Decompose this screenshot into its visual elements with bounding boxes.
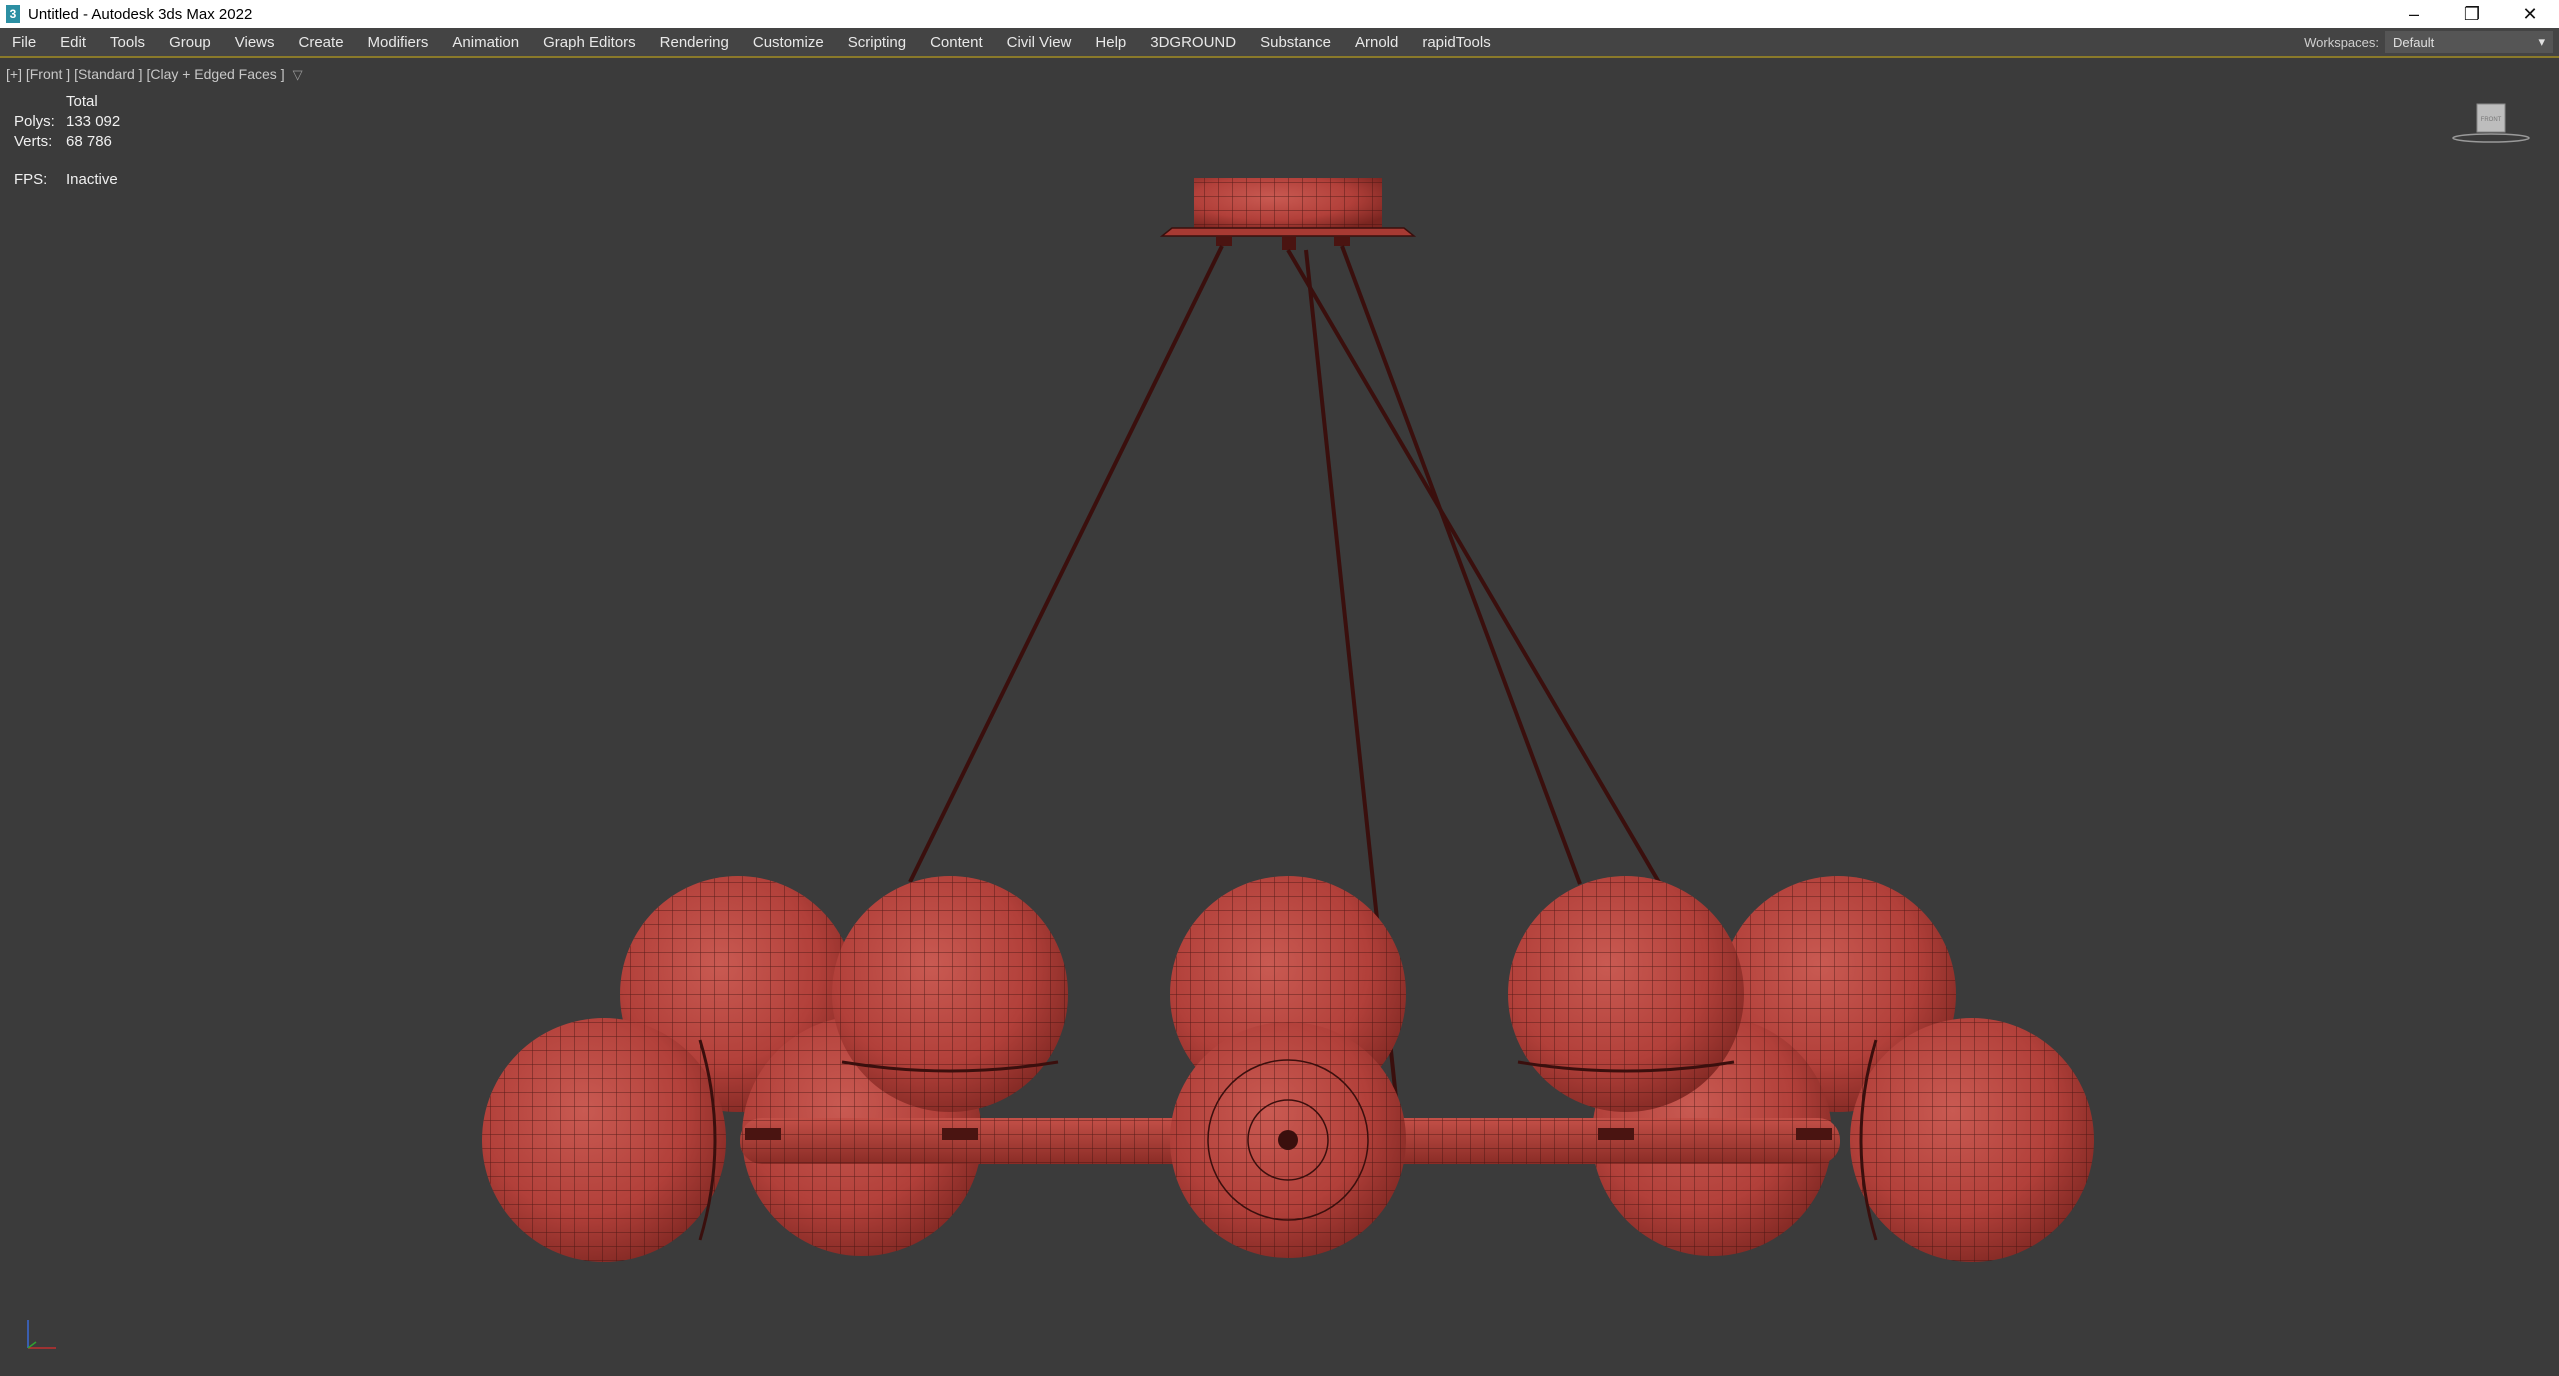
menu-scripting[interactable]: Scripting	[836, 34, 918, 51]
axis-gizmo-icon	[27, 1320, 56, 1349]
viewport-front[interactable]: [+] [Front ] [Standard ] [Clay + Edged F…	[0, 58, 2559, 1376]
window-controls: – ❐ ✕	[2385, 0, 2559, 28]
title-bar: 3 Untitled - Autodesk 3ds Max 2022 – ❐ ✕	[0, 0, 2559, 28]
menu-arnold[interactable]: Arnold	[1343, 34, 1410, 51]
viewcube-face-label: FRONT	[2481, 117, 2502, 123]
menu-modifiers[interactable]: Modifiers	[356, 34, 441, 51]
chandelier-model[interactable]	[0, 58, 2559, 1376]
chevron-down-icon: ▾	[2538, 34, 2545, 49]
menu-rapidtools[interactable]: rapidTools	[1410, 34, 1502, 51]
workspace-label: Workspaces:	[2304, 34, 2379, 50]
workspace-dropdown[interactable]: Default ▾	[2385, 31, 2553, 53]
sphere-upper-left[interactable]	[832, 876, 1068, 1112]
menu-customize[interactable]: Customize	[741, 34, 836, 51]
menu-graph-editors[interactable]: Graph Editors	[531, 34, 648, 51]
menu-views[interactable]: Views	[223, 34, 287, 51]
workspace-selector: Workspaces: Default ▾	[2304, 28, 2559, 56]
app-logo-icon: 3	[6, 5, 20, 23]
ceiling-canopy[interactable]	[1159, 178, 1417, 250]
menu-file[interactable]: File	[0, 34, 48, 51]
viewcube-icon[interactable]: FRONT	[2451, 96, 2531, 146]
menu-animation[interactable]: Animation	[440, 34, 531, 51]
menu-substance[interactable]: Substance	[1248, 34, 1343, 51]
menu-help[interactable]: Help	[1083, 34, 1138, 51]
sphere-front-right[interactable]	[1850, 1018, 2094, 1262]
menu-civil-view[interactable]: Civil View	[995, 34, 1084, 51]
close-button[interactable]: ✕	[2501, 0, 2559, 28]
minimize-button[interactable]: –	[2385, 0, 2443, 28]
sphere-upper-right[interactable]	[1508, 876, 1744, 1112]
menu-group[interactable]: Group	[157, 34, 223, 51]
sphere-front-center[interactable]	[1170, 1022, 1406, 1258]
restore-button[interactable]: ❐	[2443, 0, 2501, 28]
menu-tools[interactable]: Tools	[98, 34, 157, 51]
menu-content[interactable]: Content	[918, 34, 995, 51]
menu-edit[interactable]: Edit	[48, 34, 98, 51]
workspace-value: Default	[2393, 34, 2435, 50]
window-title: Untitled - Autodesk 3ds Max 2022	[28, 5, 253, 23]
sphere-front-left[interactable]	[482, 1018, 726, 1262]
menu-rendering[interactable]: Rendering	[648, 34, 741, 51]
menu-bar: File Edit Tools Group Views Create Modif…	[0, 28, 2559, 58]
menu-create[interactable]: Create	[287, 34, 356, 51]
menu-3dground[interactable]: 3DGROUND	[1138, 34, 1248, 51]
